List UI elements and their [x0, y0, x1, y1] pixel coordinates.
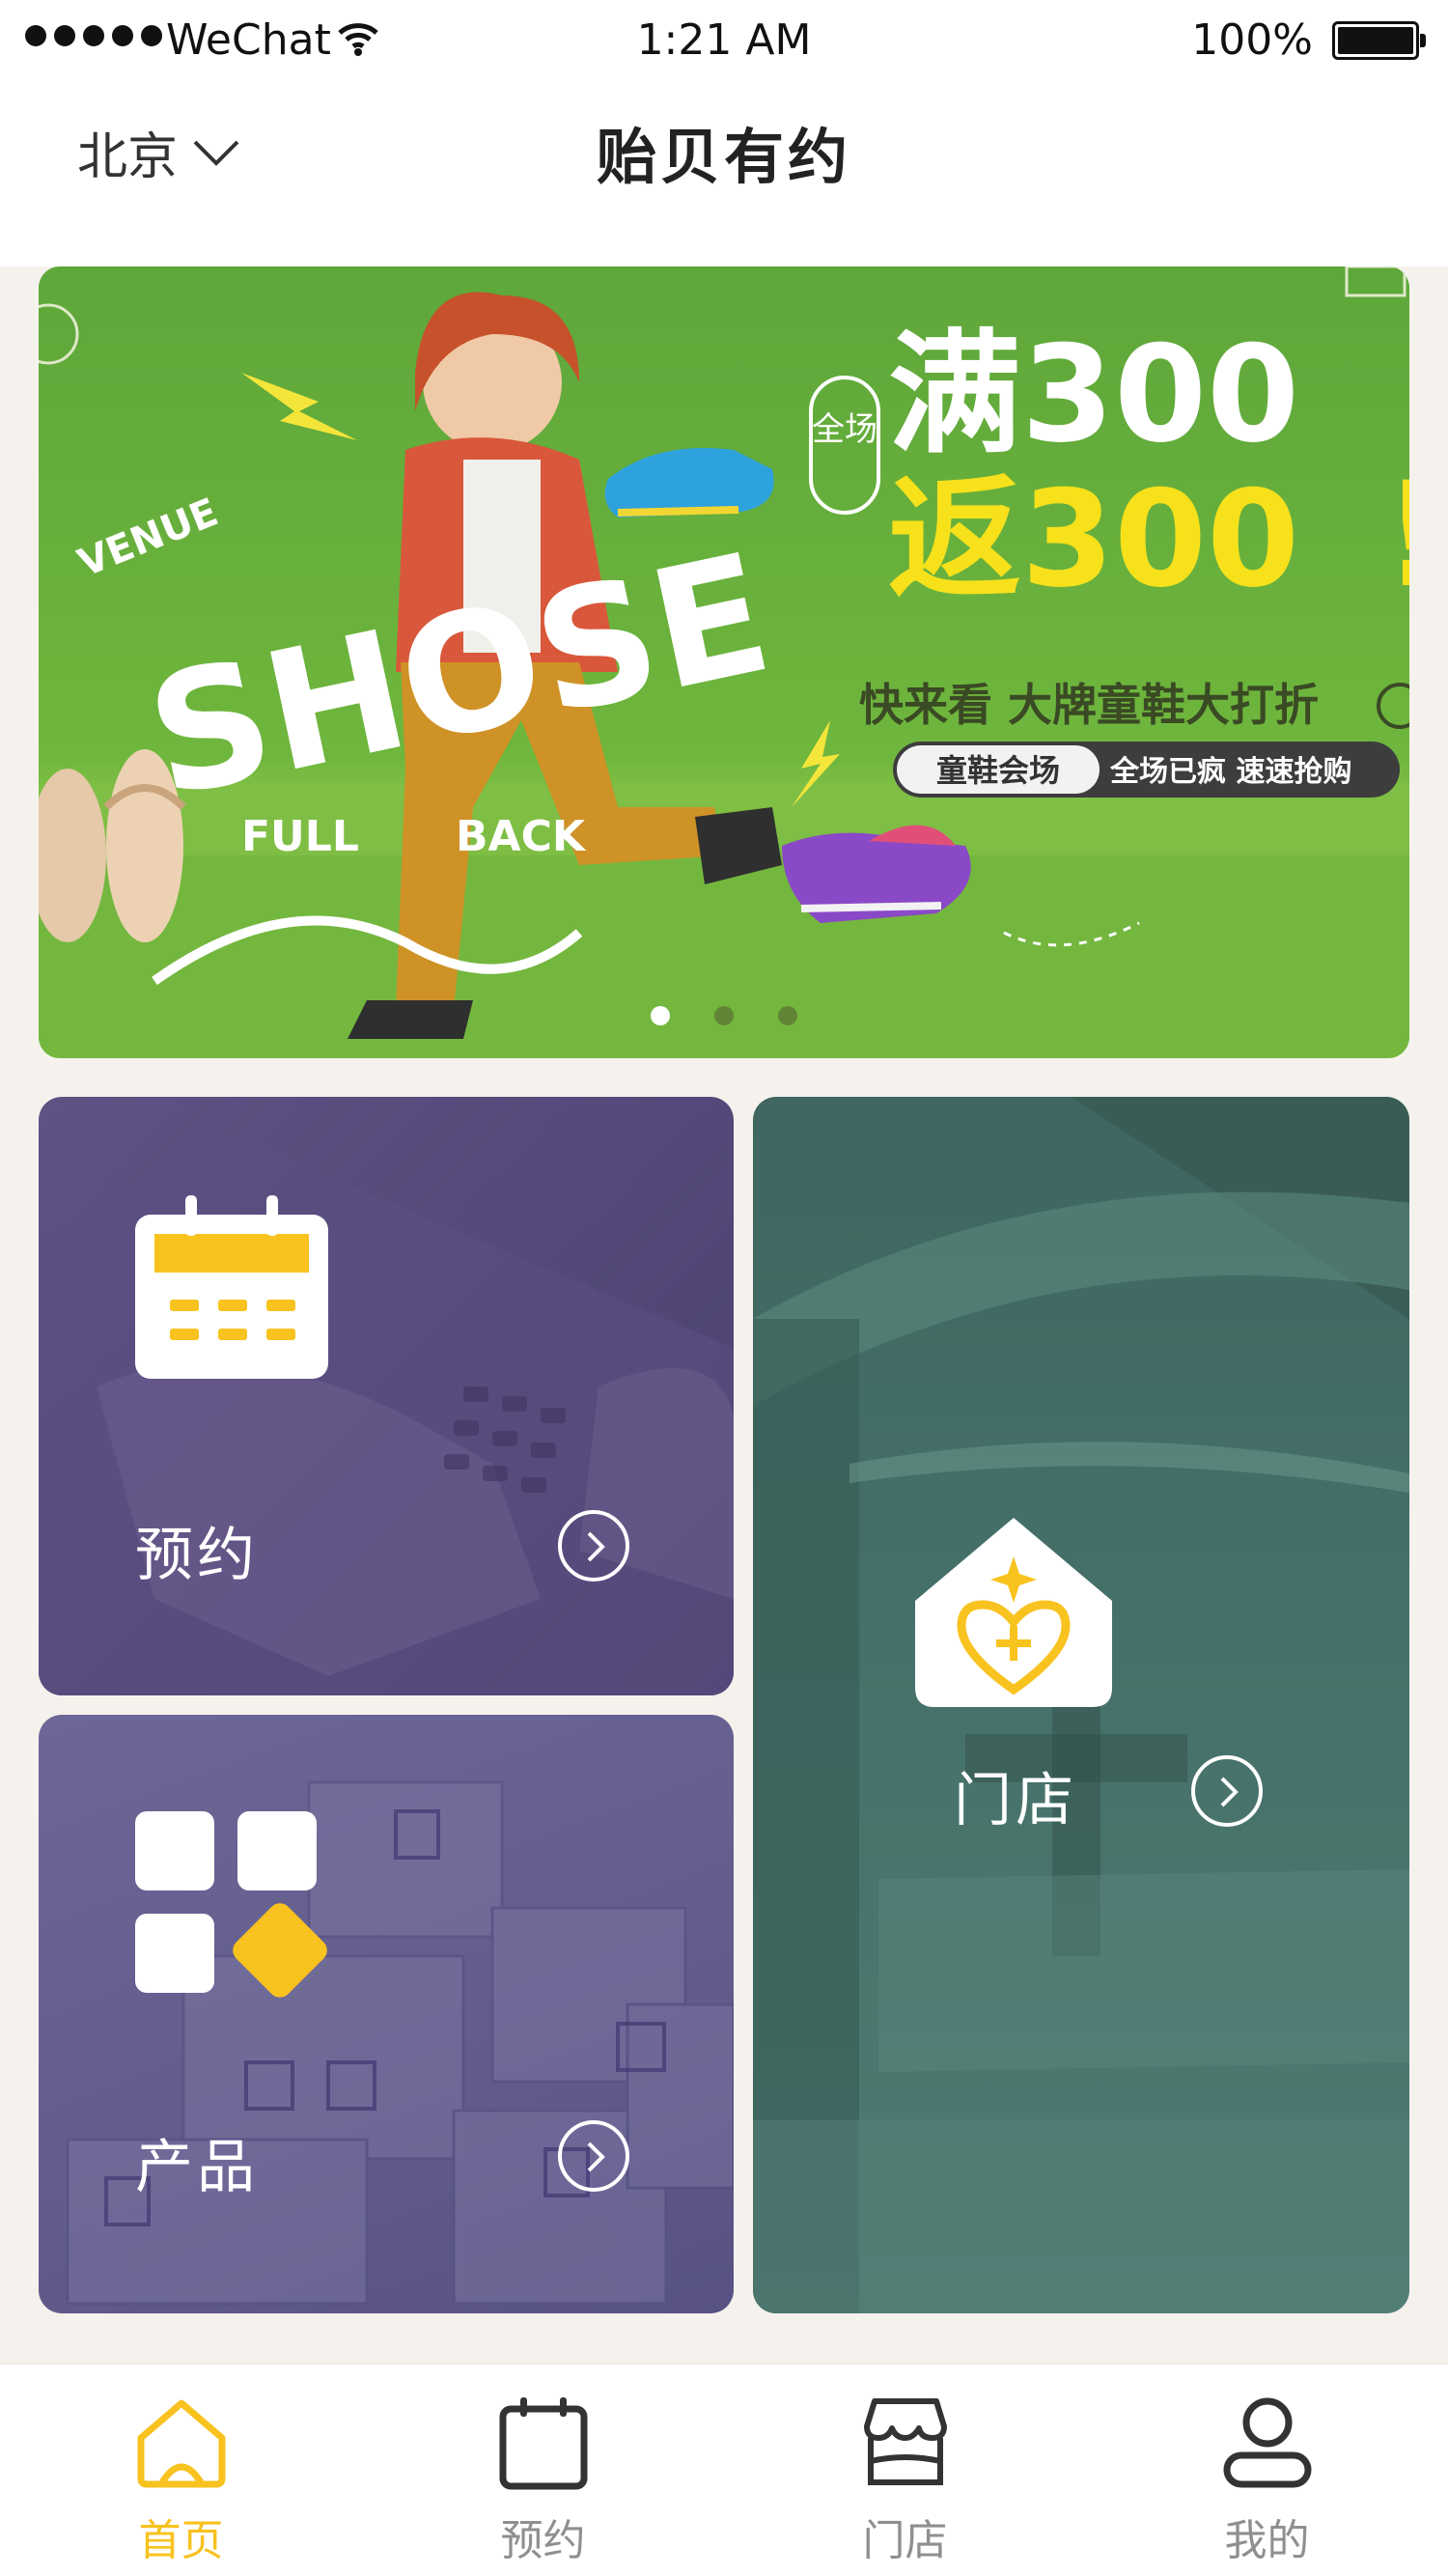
pager-dot[interactable] [778, 1006, 797, 1025]
chevron-right-icon [587, 1531, 605, 1562]
home-icon [137, 2399, 225, 2488]
page-title: 贻贝有约 [596, 122, 851, 192]
banner-pill-label: 童鞋会场 [936, 752, 1060, 789]
booking-photo [39, 1135, 734, 1695]
chevron-right-icon [587, 2142, 605, 2172]
pager-dot[interactable] [651, 1006, 670, 1025]
booking-tile[interactable]: 预约 [39, 1097, 734, 1695]
tab-label: 首页 [138, 2516, 224, 2565]
tab-label: 预约 [500, 2516, 586, 2565]
product-arrow-button[interactable] [558, 2120, 629, 2192]
status-bar: WeChat 1:21 AM 100% [0, 0, 1448, 87]
graffiti-left: FULL [241, 812, 359, 861]
booking-label: 预约 [135, 1522, 259, 1589]
store-icon [863, 2398, 947, 2485]
battery-icon [1332, 21, 1426, 60]
grid-icon [135, 1811, 328, 2008]
store-label: 门店 [954, 1767, 1077, 1834]
user-icon [1223, 2397, 1311, 2488]
tab-label: 我的 [1224, 2516, 1310, 2565]
pager-dot[interactable] [714, 1006, 734, 1025]
tab-booking[interactable]: 预约 [362, 2365, 724, 2576]
banner-badge: 全场 [812, 410, 877, 449]
tab-profile[interactable]: 我的 [1086, 2365, 1448, 2576]
tab-label: 门店 [862, 2516, 948, 2565]
banner-subtitle: 快来看 大牌童鞋大打折 [859, 679, 1319, 731]
home-screen: WeChat 1:21 AM 100% 北京 贻贝有约 SHOSE VENUE … [0, 0, 1448, 2576]
store-arrow-button[interactable] [1191, 1755, 1263, 1827]
tab-store[interactable]: 门店 [724, 2365, 1086, 2576]
house-heart-icon [915, 1518, 1112, 1713]
banner-pager [39, 1006, 1409, 1025]
product-tile[interactable]: 产品 [39, 1715, 734, 2313]
battery-percent: 100% [1191, 15, 1313, 65]
banner-artwork: SHOSE VENUE FULL BACK 全场 满300 返300 ! 快来看… [39, 266, 1409, 1058]
tab-bar: 首页 预约 门店 我的 [0, 2364, 1448, 2576]
calendar-icon [499, 2397, 587, 2490]
banner-headline-2: 返300 [888, 462, 1299, 617]
product-photo [66, 1780, 734, 2306]
product-label: 产品 [135, 2134, 259, 2201]
store-tile[interactable]: 门店 [753, 1097, 1409, 2313]
chevron-right-icon [1220, 1777, 1239, 1807]
banner-pill-text: 全场已疯 速速抢购 [1109, 755, 1351, 789]
promo-banner[interactable]: SHOSE VENUE FULL BACK 全场 满300 返300 ! 快来看… [39, 266, 1409, 1058]
banner-headline-1: 满300 [888, 317, 1299, 472]
tab-home[interactable]: 首页 [0, 2365, 362, 2576]
graffiti-right: BACK [456, 812, 587, 861]
booking-arrow-button[interactable] [558, 1510, 629, 1582]
nav-bar: 北京 贻贝有约 [0, 87, 1448, 266]
calendar-icon [135, 1193, 328, 1390]
svg-text:!: ! [1382, 452, 1409, 620]
